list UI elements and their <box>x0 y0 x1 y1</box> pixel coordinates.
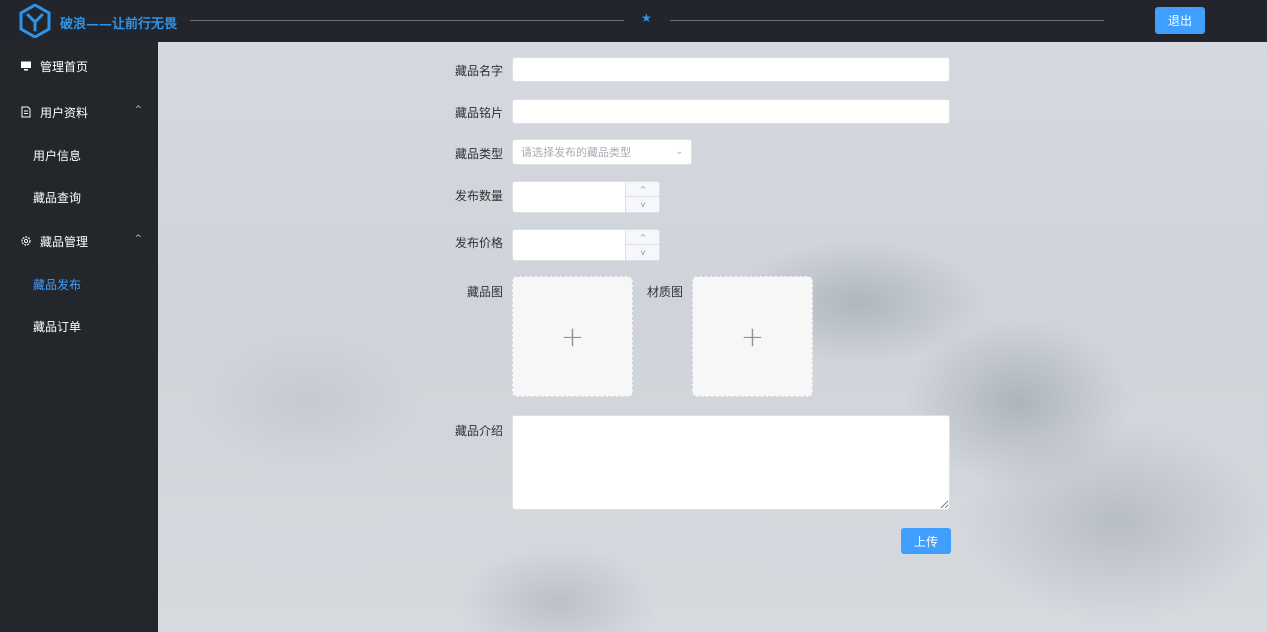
quantity-decrease-button[interactable]: v <box>626 197 660 212</box>
quantity-spin: ^ v <box>625 182 660 212</box>
price-label: 发布价格 <box>455 236 504 250</box>
top-header: 破浪——让前行无畏 ★ 退出 <box>0 0 1267 42</box>
header-divider-left <box>190 20 624 21</box>
sidebar-item-home[interactable]: 管理首页 <box>0 46 158 86</box>
sidebar-item-collection-query[interactable]: 藏品查询 <box>0 177 158 217</box>
type-select[interactable]: 请选择发布的藏品类型 ⌄ <box>512 139 692 165</box>
sidebar-item-label: 藏品订单 <box>33 319 82 334</box>
type-select-placeholder: 请选择发布的藏品类型 <box>521 146 631 159</box>
motto-label: 藏品铭片 <box>455 106 504 120</box>
sidebar-item-user-profile[interactable]: 用户资料 ^ <box>0 92 158 132</box>
sidebar-item-collection-management[interactable]: 藏品管理 ^ <box>0 221 158 261</box>
logout-button[interactable]: 退出 <box>1155 7 1205 34</box>
name-label: 藏品名字 <box>455 64 504 78</box>
sidebar-item-label: 藏品管理 <box>40 234 89 249</box>
gear-icon <box>21 236 31 246</box>
quantity-increase-button[interactable]: ^ <box>626 182 660 197</box>
document-icon <box>21 106 31 118</box>
sidebar: 管理首页 用户资料 ^ 用户信息 藏品查询 藏品管理 ^ 藏品发布 藏品订单 <box>0 42 158 632</box>
material-upload[interactable]: + <box>692 276 813 397</box>
sidebar-item-label: 管理首页 <box>40 59 89 74</box>
sidebar-item-label: 用户资料 <box>40 105 89 120</box>
image-upload[interactable]: + <box>512 276 633 397</box>
brand-title: 破浪——让前行无畏 <box>60 17 178 32</box>
main-content: 藏品名字 藏品铭片 藏品类型 请选择发布的藏品类型 ⌄ 发布数量 ^ v 发布价… <box>158 42 1267 632</box>
chevron-up-icon: ^ <box>134 105 142 115</box>
quantity-label: 发布数量 <box>455 189 504 203</box>
type-label: 藏品类型 <box>455 147 504 161</box>
star-icon: ★ <box>641 11 652 25</box>
price-decrease-button[interactable]: v <box>626 245 660 260</box>
sidebar-item-label: 藏品发布 <box>33 277 82 292</box>
sidebar-item-user-info[interactable]: 用户信息 <box>0 135 158 175</box>
plus-icon: + <box>560 320 585 353</box>
material-label: 材质图 <box>647 285 684 299</box>
intro-textarea[interactable] <box>512 415 950 510</box>
price-increase-button[interactable]: ^ <box>626 230 660 245</box>
intro-label: 藏品介绍 <box>455 424 504 438</box>
logo-icon <box>19 4 51 38</box>
plus-icon: + <box>740 320 765 353</box>
chevron-down-icon: ⌄ <box>675 147 683 157</box>
chevron-up-icon: ^ <box>134 234 142 244</box>
sidebar-item-label: 藏品查询 <box>33 190 82 205</box>
upload-submit-button[interactable]: 上传 <box>901 528 951 554</box>
sidebar-item-label: 用户信息 <box>33 148 82 163</box>
image-label: 藏品图 <box>467 285 504 299</box>
monitor-icon <box>21 61 31 71</box>
header-divider-right <box>670 20 1104 21</box>
sidebar-item-collection-orders[interactable]: 藏品订单 <box>0 306 158 346</box>
name-input[interactable] <box>512 57 950 82</box>
price-spin: ^ v <box>625 230 660 260</box>
quantity-stepper[interactable]: ^ v <box>512 181 660 213</box>
sidebar-item-collection-publish[interactable]: 藏品发布 <box>0 264 158 304</box>
motto-input[interactable] <box>512 99 950 124</box>
price-stepper[interactable]: ^ v <box>512 229 660 261</box>
